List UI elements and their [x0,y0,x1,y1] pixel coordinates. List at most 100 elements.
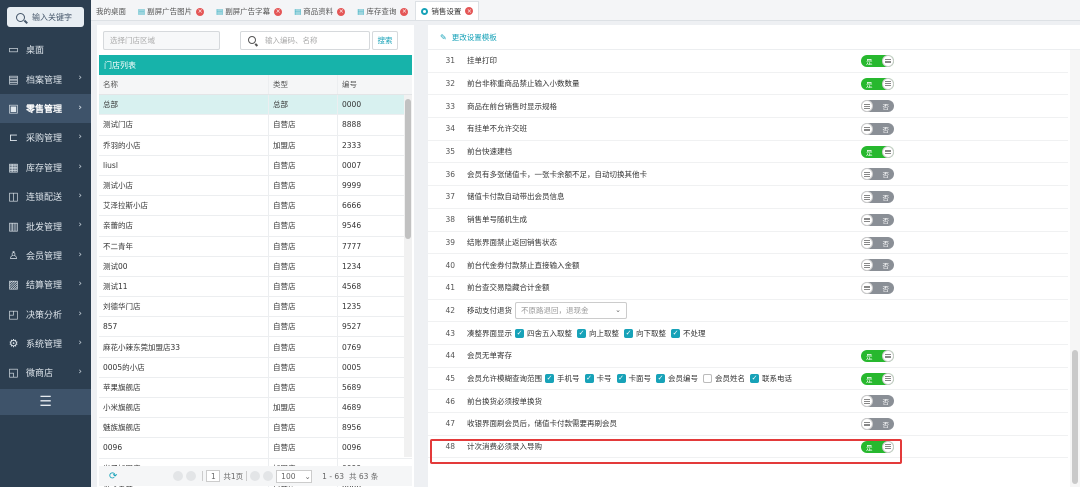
sidebar-search[interactable]: 输入关键字 [7,7,84,27]
setting-toggle[interactable]: 否 [861,259,894,272]
sidebar-item[interactable]: ⚙ 系统管理 › [0,329,91,358]
table-row[interactable]: 总部 总部 0000 [99,95,412,116]
setting-toggle[interactable]: 否 [861,123,894,136]
sidebar-item[interactable]: ▣ 零售管理 › [0,93,91,124]
table-row[interactable]: 测试11 自营店 4568 [99,276,412,298]
checkbox-option[interactable]: ✓ 会员编号 [656,373,698,384]
table-scrollbar[interactable] [404,95,412,457]
store-search-input[interactable]: 输入编码、名称 [240,30,370,50]
setting-number: 36 [445,169,455,179]
close-icon[interactable]: × [337,7,346,16]
sidebar-item[interactable]: ♙ 会员管理 › [0,241,91,270]
tab[interactable]: ▤ 商品资料 × [289,3,350,20]
table-row[interactable]: 麻花小辣东莞加盟店33 自营店 0769 [99,337,412,358]
checkbox-checked-icon[interactable]: ✓ [616,373,626,383]
checkbox-option[interactable]: ✓ 手机号 [545,373,580,384]
settings-scrollbar[interactable] [1070,50,1080,487]
checkbox-option[interactable]: ✓ 向下取整 [624,328,666,339]
refund-method-select[interactable]: 不原路退回，退现金 ⌄ [515,301,627,319]
last-page-button[interactable] [263,471,274,481]
sidebar-item[interactable]: ▥ 批发管理 › [0,211,91,240]
table-row[interactable]: 刘德华门店 自营店 1235 [99,297,412,318]
checkbox-checked-icon[interactable]: ✓ [624,328,633,338]
checkbox-checked-icon[interactable]: ✓ [584,373,594,383]
prev-page-button[interactable] [186,471,197,481]
checkbox-checked-icon[interactable]: ✓ [656,373,665,383]
setting-toggle[interactable]: 是 [861,349,894,362]
table-row[interactable]: 艾泽拉斯小店 自营店 6666 [99,196,412,217]
setting-toggle[interactable]: 是 [861,77,894,90]
sidebar-item[interactable]: ◫ 连锁配送 › [0,182,91,211]
setting-toggle[interactable]: 否 [861,168,894,181]
close-icon[interactable]: × [465,7,474,15]
checkbox-option[interactable]: ✓ 联系电话 [750,373,792,384]
table-row[interactable]: 亲蕾的店 自营店 9546 [99,216,412,237]
store-search-button[interactable]: 搜索 [372,30,398,50]
first-page-button[interactable] [173,471,184,481]
table-row[interactable]: 857 自营店 9527 [99,317,412,338]
setting-toggle[interactable]: 否 [861,236,894,249]
column-header-name[interactable]: 名称 [99,75,269,95]
page-size-select[interactable]: 100 ⌄ [276,469,313,483]
table-row[interactable]: 魅族旗舰店 自营店 8956 [99,418,412,439]
table-row[interactable]: 0005的小店 自营店 0005 [99,357,412,378]
scrollbar-thumb[interactable] [1072,350,1078,484]
setting-toggle[interactable]: 否 [861,395,894,408]
checkbox-option[interactable]: ✓ 不处理 [671,328,706,339]
table-row[interactable]: 小米旗舰店 加盟店 4689 [99,398,412,419]
setting-toggle[interactable]: 是 [861,55,894,67]
sidebar-item[interactable]: ▦ 库存管理 › [0,153,91,182]
setting-toggle[interactable]: 是 [861,372,894,385]
checkbox-checked-icon[interactable]: ✓ [515,328,524,338]
edit-template-link[interactable]: ✎ 更改设置模板 [428,25,1080,50]
checkbox-unchecked-icon[interactable] [703,373,712,383]
sidebar-item[interactable]: ⊏ 采购管理 › [0,123,91,152]
table-row[interactable]: liusl 自营店 0007 [99,155,412,176]
setting-toggle[interactable]: 是 [861,440,894,453]
sidebar-item[interactable]: ◰ 决策分析 › [0,300,91,329]
table-row[interactable]: 测试小店 自营店 9999 [99,175,412,197]
checkbox-checked-icon[interactable]: ✓ [750,373,759,383]
checkbox-option[interactable]: ✓ 向上取整 [577,328,619,339]
checkbox-option[interactable]: 会员姓名 [703,373,745,384]
table-row[interactable]: 不二青年 自营店 7777 [99,236,412,257]
scrollbar-thumb[interactable] [405,99,411,239]
tab[interactable]: ▤ 副屏广告图片 × [133,3,209,20]
checkbox-checked-icon[interactable]: ✓ [577,328,586,338]
store-region-select[interactable]: 选择门店区域 [103,30,220,50]
checkbox-checked-icon[interactable]: ✓ [545,373,554,383]
next-page-button[interactable] [250,471,261,481]
sidebar-item[interactable]: ◱ 微商店 › [0,358,91,387]
refresh-icon[interactable]: ⟳ [109,471,117,482]
checkbox-option[interactable]: ✓ 卡面号 [616,373,651,384]
close-icon[interactable]: × [274,7,283,16]
tab[interactable]: 销售设置 × [415,1,480,20]
tab[interactable]: 我的桌面 [91,3,131,20]
table-row[interactable]: 乔羽的小店 加盟店 2333 [99,135,412,156]
setting-toggle[interactable]: 否 [861,191,894,204]
checkbox-option[interactable]: ✓ 卡号 [584,373,612,384]
close-icon[interactable]: × [196,7,205,16]
checkbox-checked-icon[interactable]: ✓ [671,328,680,338]
checkbox-option[interactable]: ✓ 四舍五入取整 [515,328,572,339]
column-header-type[interactable]: 类型 [269,75,338,95]
sidebar-item[interactable]: ▭ 桌面 [0,35,91,64]
document-icon: ▤ [138,7,146,16]
setting-toggle[interactable]: 否 [861,418,894,430]
table-row[interactable]: 测试00 自营店 1234 [99,256,412,277]
table-row[interactable]: 苹果旗舰店 自营店 5689 [99,377,412,398]
table-row[interactable]: 0096 自营店 0096 [99,438,412,459]
menu-collapse-button[interactable]: ☰ [0,388,91,415]
tab[interactable]: ▤ 库存查询 × [352,3,413,20]
setting-toggle[interactable]: 否 [861,281,894,294]
setting-toggle[interactable]: 否 [861,213,894,226]
sidebar-item[interactable]: ▨ 结算管理 › [0,270,91,299]
table-row[interactable]: 测试门店 自营店 8888 [99,115,412,136]
close-icon[interactable]: × [400,7,409,16]
setting-toggle[interactable]: 否 [861,100,894,113]
column-header-code[interactable]: 编号 [338,75,403,94]
page-number-input[interactable]: 1 [206,470,221,482]
setting-toggle[interactable]: 是 [861,145,894,158]
sidebar-item[interactable]: ▤ 档案管理 › [0,64,91,93]
tab[interactable]: ▤ 副屏广告字幕 × [211,3,287,20]
